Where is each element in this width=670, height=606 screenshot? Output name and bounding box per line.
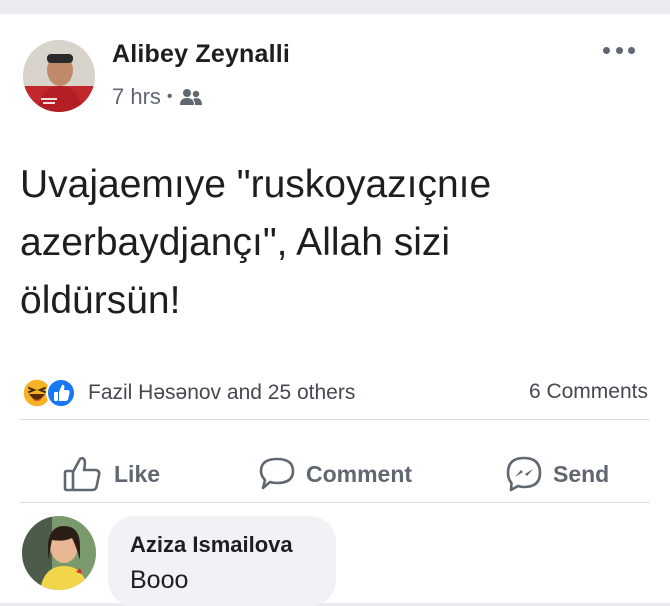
comment-label: Comment — [306, 460, 413, 487]
more-dot-icon — [615, 46, 623, 54]
commenter-name[interactable]: Aziza Ismailova — [130, 532, 293, 558]
more-dot-icon — [603, 46, 610, 54]
messenger-icon — [506, 456, 542, 492]
commenter-avatar-image — [22, 516, 96, 590]
more-dot-icon — [628, 46, 635, 54]
like-label: Like — [114, 460, 161, 487]
reaction-names: Fazil Həsənov and 25 others — [88, 381, 356, 404]
comment-item: Aziza Ismailova Booo — [0, 502, 670, 606]
like-icon — [46, 378, 76, 408]
comment-bubble: Aziza Ismailova Booo — [108, 516, 336, 606]
meta-separator: • — [166, 88, 173, 105]
commenter-avatar[interactable] — [22, 516, 96, 590]
speech-bubble-icon — [259, 457, 295, 490]
send-label: Send — [553, 460, 610, 487]
author-avatar[interactable] — [23, 40, 95, 112]
comments-count-link[interactable]: 6 Comments — [529, 380, 648, 404]
like-button[interactable]: Like — [62, 452, 160, 496]
post-card: Alibey Zeynalli 7 hrs • Uvajaemıye "rusk… — [0, 14, 670, 606]
send-button[interactable]: Send — [505, 452, 609, 496]
author-avatar-image — [23, 40, 95, 112]
divider — [20, 419, 650, 420]
more-options-button[interactable] — [603, 44, 635, 56]
thumbs-up-icon — [63, 456, 101, 492]
reactions-summary[interactable]: Fazil Həsənov and 25 others — [22, 376, 355, 410]
comment-button[interactable]: Comment — [258, 452, 412, 496]
post-timestamp[interactable]: 7 hrs — [112, 84, 161, 110]
comment-text: Booo — [130, 566, 189, 594]
post-meta: 7 hrs • — [112, 84, 203, 110]
post-text: Uvajaemıye "ruskoyazıçnıe azerbaydjançı"… — [20, 163, 492, 322]
reaction-icons — [22, 378, 82, 408]
friends-icon[interactable] — [179, 88, 203, 106]
post-author-name[interactable]: Alibey Zeynalli — [112, 40, 290, 69]
